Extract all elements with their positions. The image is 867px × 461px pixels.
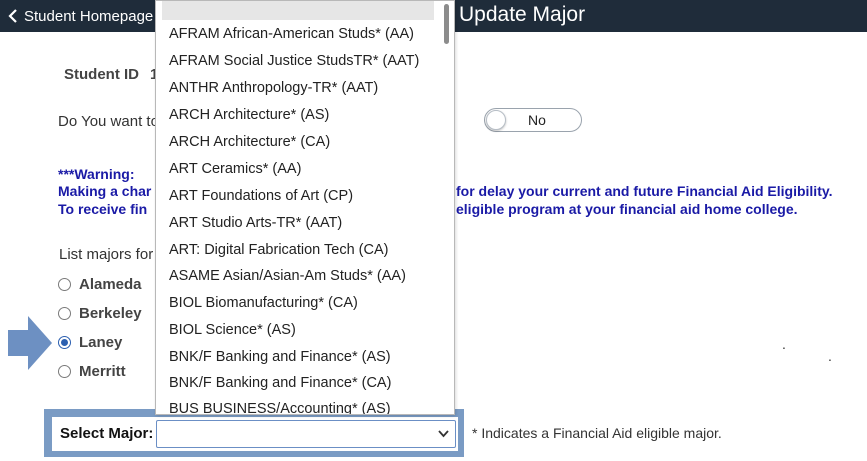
warning-line2-left: To receive fin — [58, 201, 148, 217]
change-major-toggle[interactable]: No — [484, 108, 582, 132]
major-option[interactable]: AFRAM African-American Studs* (AA) — [169, 26, 414, 42]
dropdown-blank-option[interactable] — [162, 1, 434, 20]
major-option[interactable]: BNK/F Banking and Finance* (CA) — [169, 375, 391, 391]
major-option[interactable]: ARCH Architecture* (AS) — [169, 107, 329, 123]
chevron-down-icon — [438, 430, 449, 438]
major-option[interactable]: ART Studio Arts-TR* (AAT) — [169, 215, 342, 231]
stray-dot: . — [782, 336, 786, 352]
radio-button[interactable] — [58, 365, 71, 378]
back-to-student-homepage-button[interactable]: Student Homepage — [0, 0, 158, 32]
radio-button-selected[interactable] — [58, 336, 71, 349]
select-major-dropdown[interactable] — [156, 420, 456, 448]
major-option[interactable]: ARCH Architecture* (CA) — [169, 134, 330, 150]
college-label: Berkeley — [79, 305, 142, 322]
college-radio-laney[interactable]: Laney — [58, 334, 122, 351]
college-radio-alameda[interactable]: Alameda — [58, 276, 142, 293]
college-radio-berkeley[interactable]: Berkeley — [58, 305, 142, 322]
major-option[interactable]: BIOL Science* (AS) — [169, 322, 296, 338]
major-option[interactable]: ANTHR Anthropology-TR* (AAT) — [169, 80, 378, 96]
major-option[interactable]: BUS BUSINESS/Accounting* (AS) — [169, 401, 391, 414]
major-option[interactable]: BIOL Biomanufacturing* (CA) — [169, 295, 358, 311]
arrow-right-icon — [8, 316, 52, 370]
toggle-value: No — [528, 112, 546, 128]
warning-title: ***Warning: — [58, 166, 135, 182]
college-label: Alameda — [79, 276, 142, 293]
dropdown-scrollbar[interactable] — [444, 4, 449, 44]
major-option[interactable]: AFRAM Social Justice StudsTR* (AAT) — [169, 53, 419, 69]
major-option[interactable]: BNK/F Banking and Finance* (AS) — [169, 349, 391, 365]
warning-line1-right: for delay your current and future Financ… — [456, 183, 833, 199]
chevron-left-icon — [8, 9, 17, 23]
radio-button[interactable] — [58, 278, 71, 291]
college-label: Laney — [79, 334, 123, 351]
college-label: Merritt — [79, 363, 126, 380]
warning-line2-right: eligible program at your financial aid h… — [456, 201, 798, 217]
page-title: Update Major — [459, 3, 586, 26]
stray-dot: . — [828, 348, 832, 364]
change-major-question: Do You want to — [58, 113, 159, 130]
back-button-label: Student Homepage — [24, 7, 154, 25]
select-major-label: Select Major: — [60, 425, 154, 442]
college-radio-merritt[interactable]: Merritt — [58, 363, 126, 380]
student-id-label: Student ID — [64, 66, 139, 83]
major-option[interactable]: ASAME Asian/Asian-Am Studs* (AA) — [169, 268, 406, 284]
major-option[interactable]: ART: Digital Fabrication Tech (CA) — [169, 242, 388, 258]
financial-aid-note: * Indicates a Financial Aid eligible maj… — [472, 425, 722, 441]
major-options-list[interactable]: AFRAM African-American Studs* (AA) AFRAM… — [155, 0, 455, 415]
radio-button[interactable] — [58, 307, 71, 320]
warning-line1-left: Making a char — [58, 183, 152, 199]
major-option[interactable]: ART Ceramics* (AA) — [169, 161, 301, 177]
list-majors-label: List majors for — [59, 246, 154, 263]
major-option[interactable]: ART Foundations of Art (CP) — [169, 188, 353, 204]
